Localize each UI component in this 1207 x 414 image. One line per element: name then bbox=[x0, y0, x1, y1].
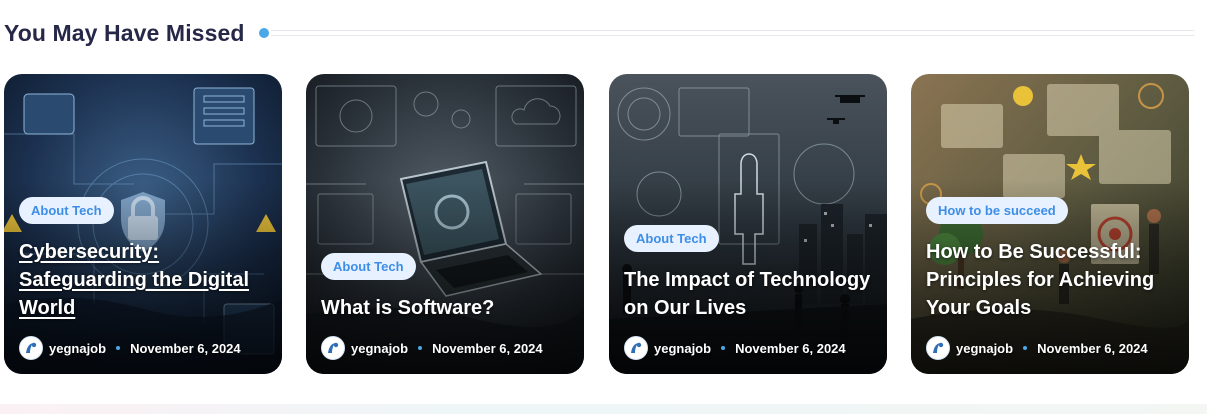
author-name[interactable]: yegnajob bbox=[351, 341, 408, 356]
meta-separator bbox=[418, 346, 423, 350]
meta-separator bbox=[116, 346, 121, 350]
category-badge[interactable]: About Tech bbox=[624, 225, 719, 252]
author-name[interactable]: yegnajob bbox=[49, 341, 106, 356]
post-card[interactable]: How to be succeed How to Be Successful: … bbox=[911, 74, 1189, 374]
card-content: About Tech What is Software? yegnajob No… bbox=[321, 253, 572, 360]
post-card[interactable]: About Tech Cybersecurity: Safeguarding t… bbox=[4, 74, 282, 374]
category-badge[interactable]: How to be succeed bbox=[926, 197, 1068, 224]
card-content: About Tech The Impact of Technology on O… bbox=[624, 225, 875, 360]
avatar-icon bbox=[626, 338, 646, 358]
meta-separator bbox=[1023, 346, 1028, 350]
post-card[interactable]: About Tech What is Software? yegnajob No… bbox=[306, 74, 584, 374]
avatar[interactable] bbox=[926, 336, 950, 360]
post-title[interactable]: What is Software? bbox=[321, 294, 494, 322]
section-title: You May Have Missed bbox=[4, 19, 245, 46]
avatar-icon bbox=[21, 338, 41, 358]
avatar-icon bbox=[323, 338, 343, 358]
section-header: You May Have Missed bbox=[4, 14, 1194, 52]
post-date[interactable]: November 6, 2024 bbox=[735, 341, 846, 356]
author-name[interactable]: yegnajob bbox=[654, 341, 711, 356]
category-badge[interactable]: About Tech bbox=[19, 197, 114, 224]
post-title[interactable]: The Impact of Technology on Our Lives bbox=[624, 266, 875, 322]
title-divider bbox=[270, 30, 1194, 36]
post-meta: yegnajob November 6, 2024 bbox=[926, 336, 1148, 360]
card-content: How to be succeed How to Be Successful: … bbox=[926, 197, 1177, 360]
post-date[interactable]: November 6, 2024 bbox=[1037, 341, 1148, 356]
avatar[interactable] bbox=[321, 336, 345, 360]
footer-band bbox=[0, 404, 1207, 414]
avatar[interactable] bbox=[19, 336, 43, 360]
meta-separator bbox=[721, 346, 726, 350]
author-name[interactable]: yegnajob bbox=[956, 341, 1013, 356]
post-meta: yegnajob November 6, 2024 bbox=[321, 336, 543, 360]
post-date[interactable]: November 6, 2024 bbox=[130, 341, 241, 356]
title-accent-dot bbox=[258, 28, 269, 38]
post-date[interactable]: November 6, 2024 bbox=[432, 341, 543, 356]
post-meta: yegnajob November 6, 2024 bbox=[19, 336, 241, 360]
post-card[interactable]: About Tech The Impact of Technology on O… bbox=[609, 74, 887, 374]
post-title[interactable]: How to Be Successful: Principles for Ach… bbox=[926, 238, 1177, 322]
avatar-icon bbox=[928, 338, 948, 358]
card-content: About Tech Cybersecurity: Safeguarding t… bbox=[19, 197, 270, 360]
avatar[interactable] bbox=[624, 336, 648, 360]
post-title[interactable]: Cybersecurity: Safeguarding the Digital … bbox=[19, 238, 270, 322]
category-badge[interactable]: About Tech bbox=[321, 253, 416, 280]
post-meta: yegnajob November 6, 2024 bbox=[624, 336, 846, 360]
